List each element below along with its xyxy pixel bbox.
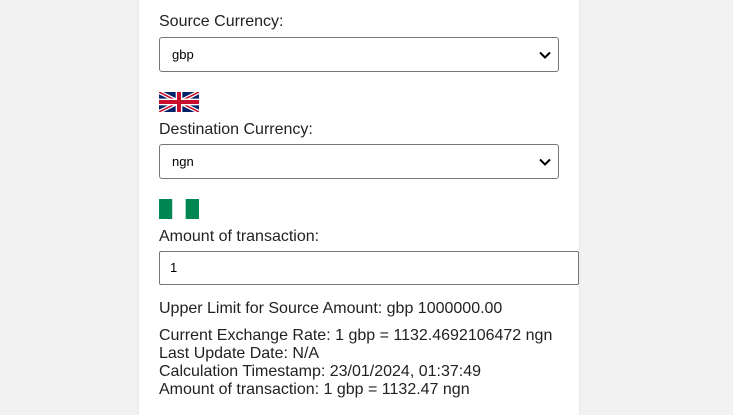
destination-currency-select[interactable]: ngn xyxy=(159,144,559,179)
amount-label: Amount of transaction: xyxy=(159,228,320,245)
destination-currency-value: ngn xyxy=(172,154,194,169)
source-currency-value: gbp xyxy=(172,47,194,62)
source-currency-select[interactable]: gbp xyxy=(159,37,559,72)
amount-result-text: Amount of transaction: 1 gbp = 1132.47 n… xyxy=(159,381,470,398)
destination-currency-label: Destination Currency: xyxy=(159,121,313,138)
exchange-rate-text: Current Exchange Rate: 1 gbp = 1132.4692… xyxy=(159,327,553,344)
last-update-text: Last Update Date: N/A xyxy=(159,345,320,362)
converter-card: Source Currency: gbp Destination Currenc… xyxy=(139,0,579,415)
calculation-timestamp-text: Calculation Timestamp: 23/01/2024, 01:37… xyxy=(159,363,481,380)
chevron-down-icon xyxy=(538,38,552,71)
source-currency-label: Source Currency: xyxy=(159,13,284,30)
uk-flag-icon xyxy=(159,92,199,112)
chevron-down-icon xyxy=(538,145,552,178)
amount-input[interactable]: 1 xyxy=(159,251,579,285)
amount-input-value: 1 xyxy=(170,260,178,275)
nigeria-flag-icon xyxy=(159,199,199,219)
upper-limit-text: Upper Limit for Source Amount: gbp 10000… xyxy=(159,300,503,317)
